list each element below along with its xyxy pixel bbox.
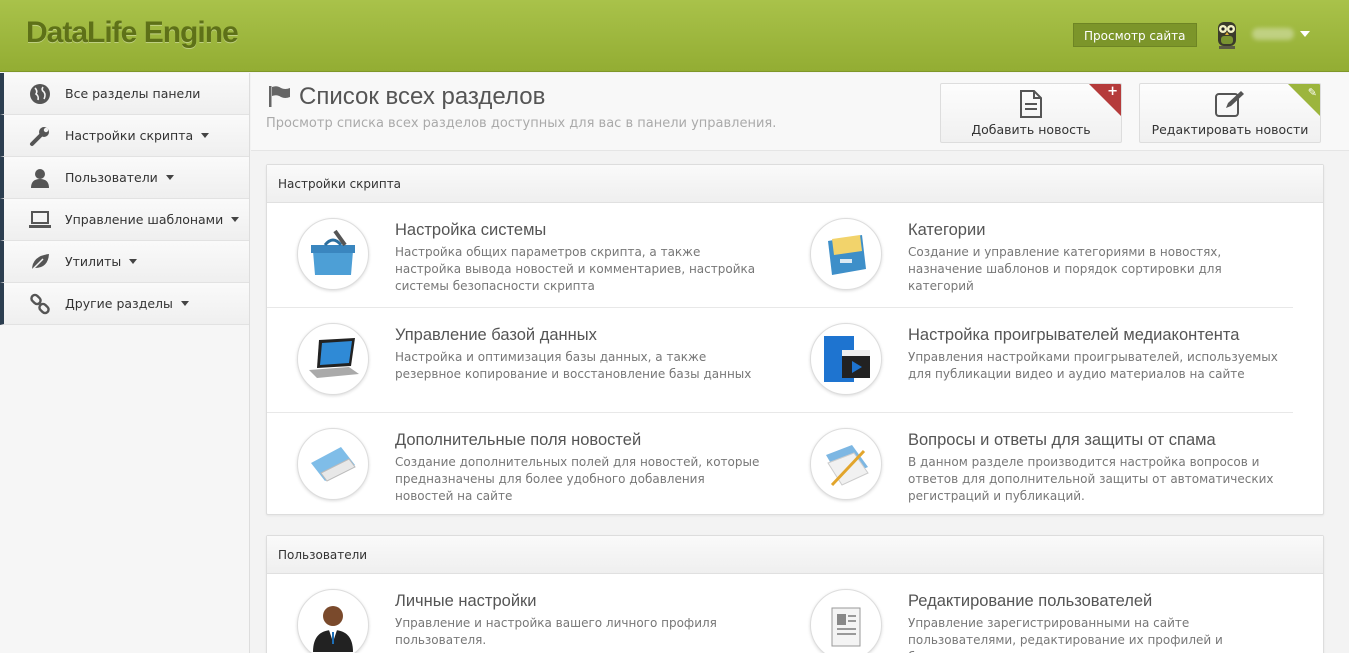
item-desc: Создание и управление категориями в ново…	[908, 245, 1222, 293]
item-title: Вопросы и ответы для защиты от спама	[908, 431, 1216, 449]
page-header: Список всех разделов Просмотр списка все…	[251, 73, 1349, 151]
toolbox-icon	[297, 218, 369, 290]
page-subtitle: Просмотр списка всех разделов доступных …	[266, 116, 777, 131]
item-extra-fields[interactable]: Дополнительные поля новостей Создание до…	[267, 413, 780, 518]
item-media-players[interactable]: Настройка проигрывателей медиаконтента У…	[780, 308, 1293, 413]
section-title: Настройки скрипта	[267, 165, 1323, 203]
item-desc: Управления настройками проигрывателей, и…	[908, 350, 1278, 381]
link-icon	[28, 292, 52, 316]
sidebar-item-label: Утилиты	[65, 254, 122, 269]
section-title: Пользователи	[267, 536, 1323, 574]
chevron-down-icon	[201, 133, 210, 138]
pencil-icon: ✎	[1307, 86, 1317, 99]
laptop-icon	[28, 208, 52, 232]
fields-icon	[297, 428, 369, 500]
edit-news-button[interactable]: Редактировать новости ✎	[1139, 83, 1321, 143]
owl-avatar-icon[interactable]	[1213, 18, 1241, 52]
item-desc: Управление зарегистрированными на сайте …	[908, 616, 1223, 653]
logo[interactable]: DataLife Engine	[26, 16, 239, 50]
sidebar-item-utilities[interactable]: Утилиты	[0, 241, 249, 283]
user-menu-chevron-down-icon[interactable]	[1300, 31, 1310, 37]
sidebar-item-label: Управление шаблонами	[65, 212, 224, 227]
item-desc: Создание дополнительных полей для новост…	[395, 455, 760, 503]
view-site-button[interactable]: Просмотр сайта	[1073, 23, 1197, 47]
media-player-icon	[810, 323, 882, 395]
username-blurred[interactable]	[1252, 28, 1294, 40]
plus-icon: +	[1107, 84, 1118, 99]
page-title: Список всех разделов	[299, 83, 546, 110]
sidebar-item-templates[interactable]: Управление шаблонами	[0, 199, 249, 241]
sidebar-item-script-settings[interactable]: Настройки скрипта	[0, 115, 249, 157]
flag-icon	[267, 85, 291, 111]
item-categories[interactable]: Категории Создание и управление категори…	[780, 203, 1293, 308]
add-news-button[interactable]: Добавить новость +	[940, 83, 1122, 143]
globe-icon	[28, 82, 52, 106]
chevron-down-icon	[165, 175, 174, 180]
add-news-label: Добавить новость	[971, 122, 1091, 137]
item-desc: Настройка и оптимизация базы данных, а т…	[395, 350, 752, 381]
item-desc: Управление и настройка вашего личного пр…	[395, 616, 717, 647]
item-title: Настройка системы	[395, 221, 547, 239]
user-icon	[28, 166, 52, 190]
chevron-down-icon	[129, 259, 138, 264]
item-database[interactable]: Управление базой данных Настройка и опти…	[267, 308, 780, 413]
wrench-icon	[28, 124, 52, 148]
sidebar-item-other[interactable]: Другие разделы	[0, 283, 249, 325]
sidebar-item-all-sections[interactable]: Все разделы панели	[0, 73, 249, 115]
item-title: Редактирование пользователей	[908, 592, 1153, 610]
chevron-down-icon	[180, 301, 189, 306]
leaf-icon	[28, 250, 52, 274]
item-personal-settings[interactable]: Личные настройки Управление и настройка …	[267, 574, 780, 653]
section-users: Пользователи Личные настройки Управление…	[266, 535, 1324, 653]
file-cabinet-icon	[810, 218, 882, 290]
item-edit-users[interactable]: Редактирование пользователей Управление …	[780, 574, 1293, 653]
sidebar-item-label: Все разделы панели	[65, 86, 201, 101]
sidebar-item-label: Пользователи	[65, 170, 158, 185]
sidebar: Все разделы панели Настройки скрипта Пол…	[0, 73, 250, 653]
edit-news-label: Редактировать новости	[1151, 122, 1309, 137]
notes-icon	[810, 428, 882, 500]
item-title: Дополнительные поля новостей	[395, 431, 642, 449]
sidebar-item-label: Другие разделы	[65, 296, 173, 311]
item-title: Управление базой данных	[395, 326, 597, 344]
sidebar-item-label: Настройки скрипта	[65, 128, 194, 143]
chevron-down-icon	[231, 217, 240, 222]
main-content: Список всех разделов Просмотр списка все…	[251, 73, 1349, 653]
person-icon	[297, 589, 369, 653]
section-script-settings: Настройки скрипта Настройка системы Наст…	[266, 164, 1324, 515]
top-bar: DataLife Engine Просмотр сайта	[0, 0, 1349, 72]
item-desc: Настройка общих параметров скрипта, а та…	[395, 245, 756, 293]
item-title: Категории	[908, 221, 986, 239]
sidebar-item-users[interactable]: Пользователи	[0, 157, 249, 199]
item-title: Личные настройки	[395, 592, 537, 610]
item-spam-questions[interactable]: Вопросы и ответы для защиты от спама В д…	[780, 413, 1293, 518]
laptop-icon	[297, 323, 369, 395]
item-desc: В данном разделе производится настройка …	[908, 455, 1274, 503]
item-system-settings[interactable]: Настройка системы Настройка общих параме…	[267, 203, 780, 308]
item-title: Настройка проигрывателей медиаконтента	[908, 326, 1240, 344]
document-icon	[810, 589, 882, 653]
